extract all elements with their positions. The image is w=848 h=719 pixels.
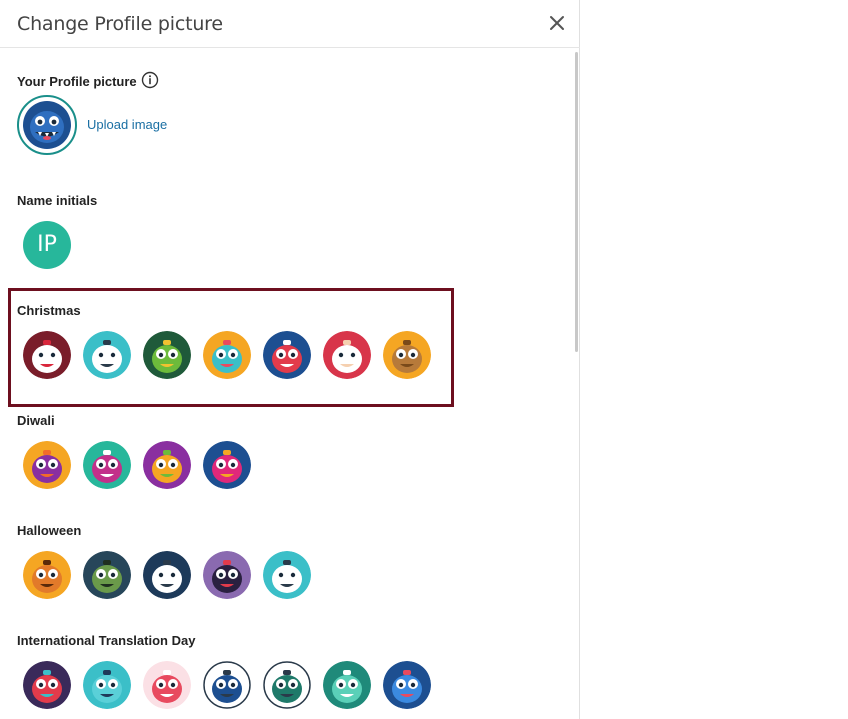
chat-bubble-avatar[interactable]: [263, 661, 311, 709]
globe-blue-icon: [383, 661, 431, 709]
stocking-icon: [263, 331, 311, 379]
change-profile-dialog: Change Profile picture Your Profile pict…: [0, 0, 580, 719]
diya-avatar[interactable]: [203, 441, 251, 489]
gift-box-avatar[interactable]: [203, 331, 251, 379]
initials-heading: Name initials: [17, 193, 98, 208]
speech-bubble-icon: [203, 661, 251, 709]
upload-image-link[interactable]: Upload image: [87, 117, 167, 132]
santa-icon: [323, 331, 371, 379]
globe-blue-avatar[interactable]: [383, 661, 431, 709]
pixel-monster-icon: [23, 661, 71, 709]
dialog-header: Change Profile picture: [0, 0, 580, 48]
info-icon[interactable]: [141, 71, 159, 89]
candle-avatar[interactable]: [23, 441, 71, 489]
scrollbar[interactable]: [575, 52, 578, 352]
globe-teal-avatar[interactable]: [323, 661, 371, 709]
candy-cane-avatar[interactable]: [23, 331, 71, 379]
santa-avatar[interactable]: [323, 331, 371, 379]
christmas-heading: Christmas: [17, 303, 81, 318]
frankenstein-icon: [83, 551, 131, 599]
diwali-heading: Diwali: [17, 413, 55, 428]
globe-teal-icon: [323, 661, 371, 709]
lotus-avatar[interactable]: [83, 441, 131, 489]
christmas-tree-avatar[interactable]: [143, 331, 191, 379]
diya-icon: [203, 441, 251, 489]
ghost-avatar[interactable]: [263, 551, 311, 599]
red-monster-icon: [143, 661, 191, 709]
pumpkin-icon: [23, 551, 71, 599]
speech-bubble-avatar[interactable]: [203, 661, 251, 709]
profile-heading: Your Profile picture: [17, 74, 137, 89]
ghost-icon: [263, 551, 311, 599]
pixel-monster-avatar[interactable]: [23, 661, 71, 709]
lotus-icon: [83, 441, 131, 489]
skull-avatar[interactable]: [143, 551, 191, 599]
reindeer-avatar[interactable]: [383, 331, 431, 379]
candy-cane-icon: [23, 331, 71, 379]
bat-icon: [203, 551, 251, 599]
cyclops-avatar[interactable]: [83, 661, 131, 709]
christmas-tree-icon: [143, 331, 191, 379]
red-monster-avatar[interactable]: [143, 661, 191, 709]
flower-avatar[interactable]: [143, 441, 191, 489]
skull-icon: [143, 551, 191, 599]
snowman-avatar[interactable]: [83, 331, 131, 379]
monster-avatar-icon: [23, 101, 71, 149]
snowman-icon: [83, 331, 131, 379]
close-button[interactable]: [546, 12, 568, 34]
halloween-heading: Halloween: [17, 523, 82, 538]
reindeer-icon: [383, 331, 431, 379]
candle-icon: [23, 441, 71, 489]
bat-avatar[interactable]: [203, 551, 251, 599]
frankenstein-avatar[interactable]: [83, 551, 131, 599]
close-icon: [550, 16, 564, 30]
translation-day-heading: International Translation Day: [17, 633, 196, 648]
gift-box-icon: [203, 331, 251, 379]
current-profile-picture: [17, 95, 77, 155]
chat-bubble-icon: [263, 661, 311, 709]
cyclops-icon: [83, 661, 131, 709]
dialog-title: Change Profile picture: [17, 13, 223, 35]
initials-avatar[interactable]: IP: [23, 221, 71, 269]
flower-icon: [143, 441, 191, 489]
stocking-avatar[interactable]: [263, 331, 311, 379]
pumpkin-avatar[interactable]: [23, 551, 71, 599]
